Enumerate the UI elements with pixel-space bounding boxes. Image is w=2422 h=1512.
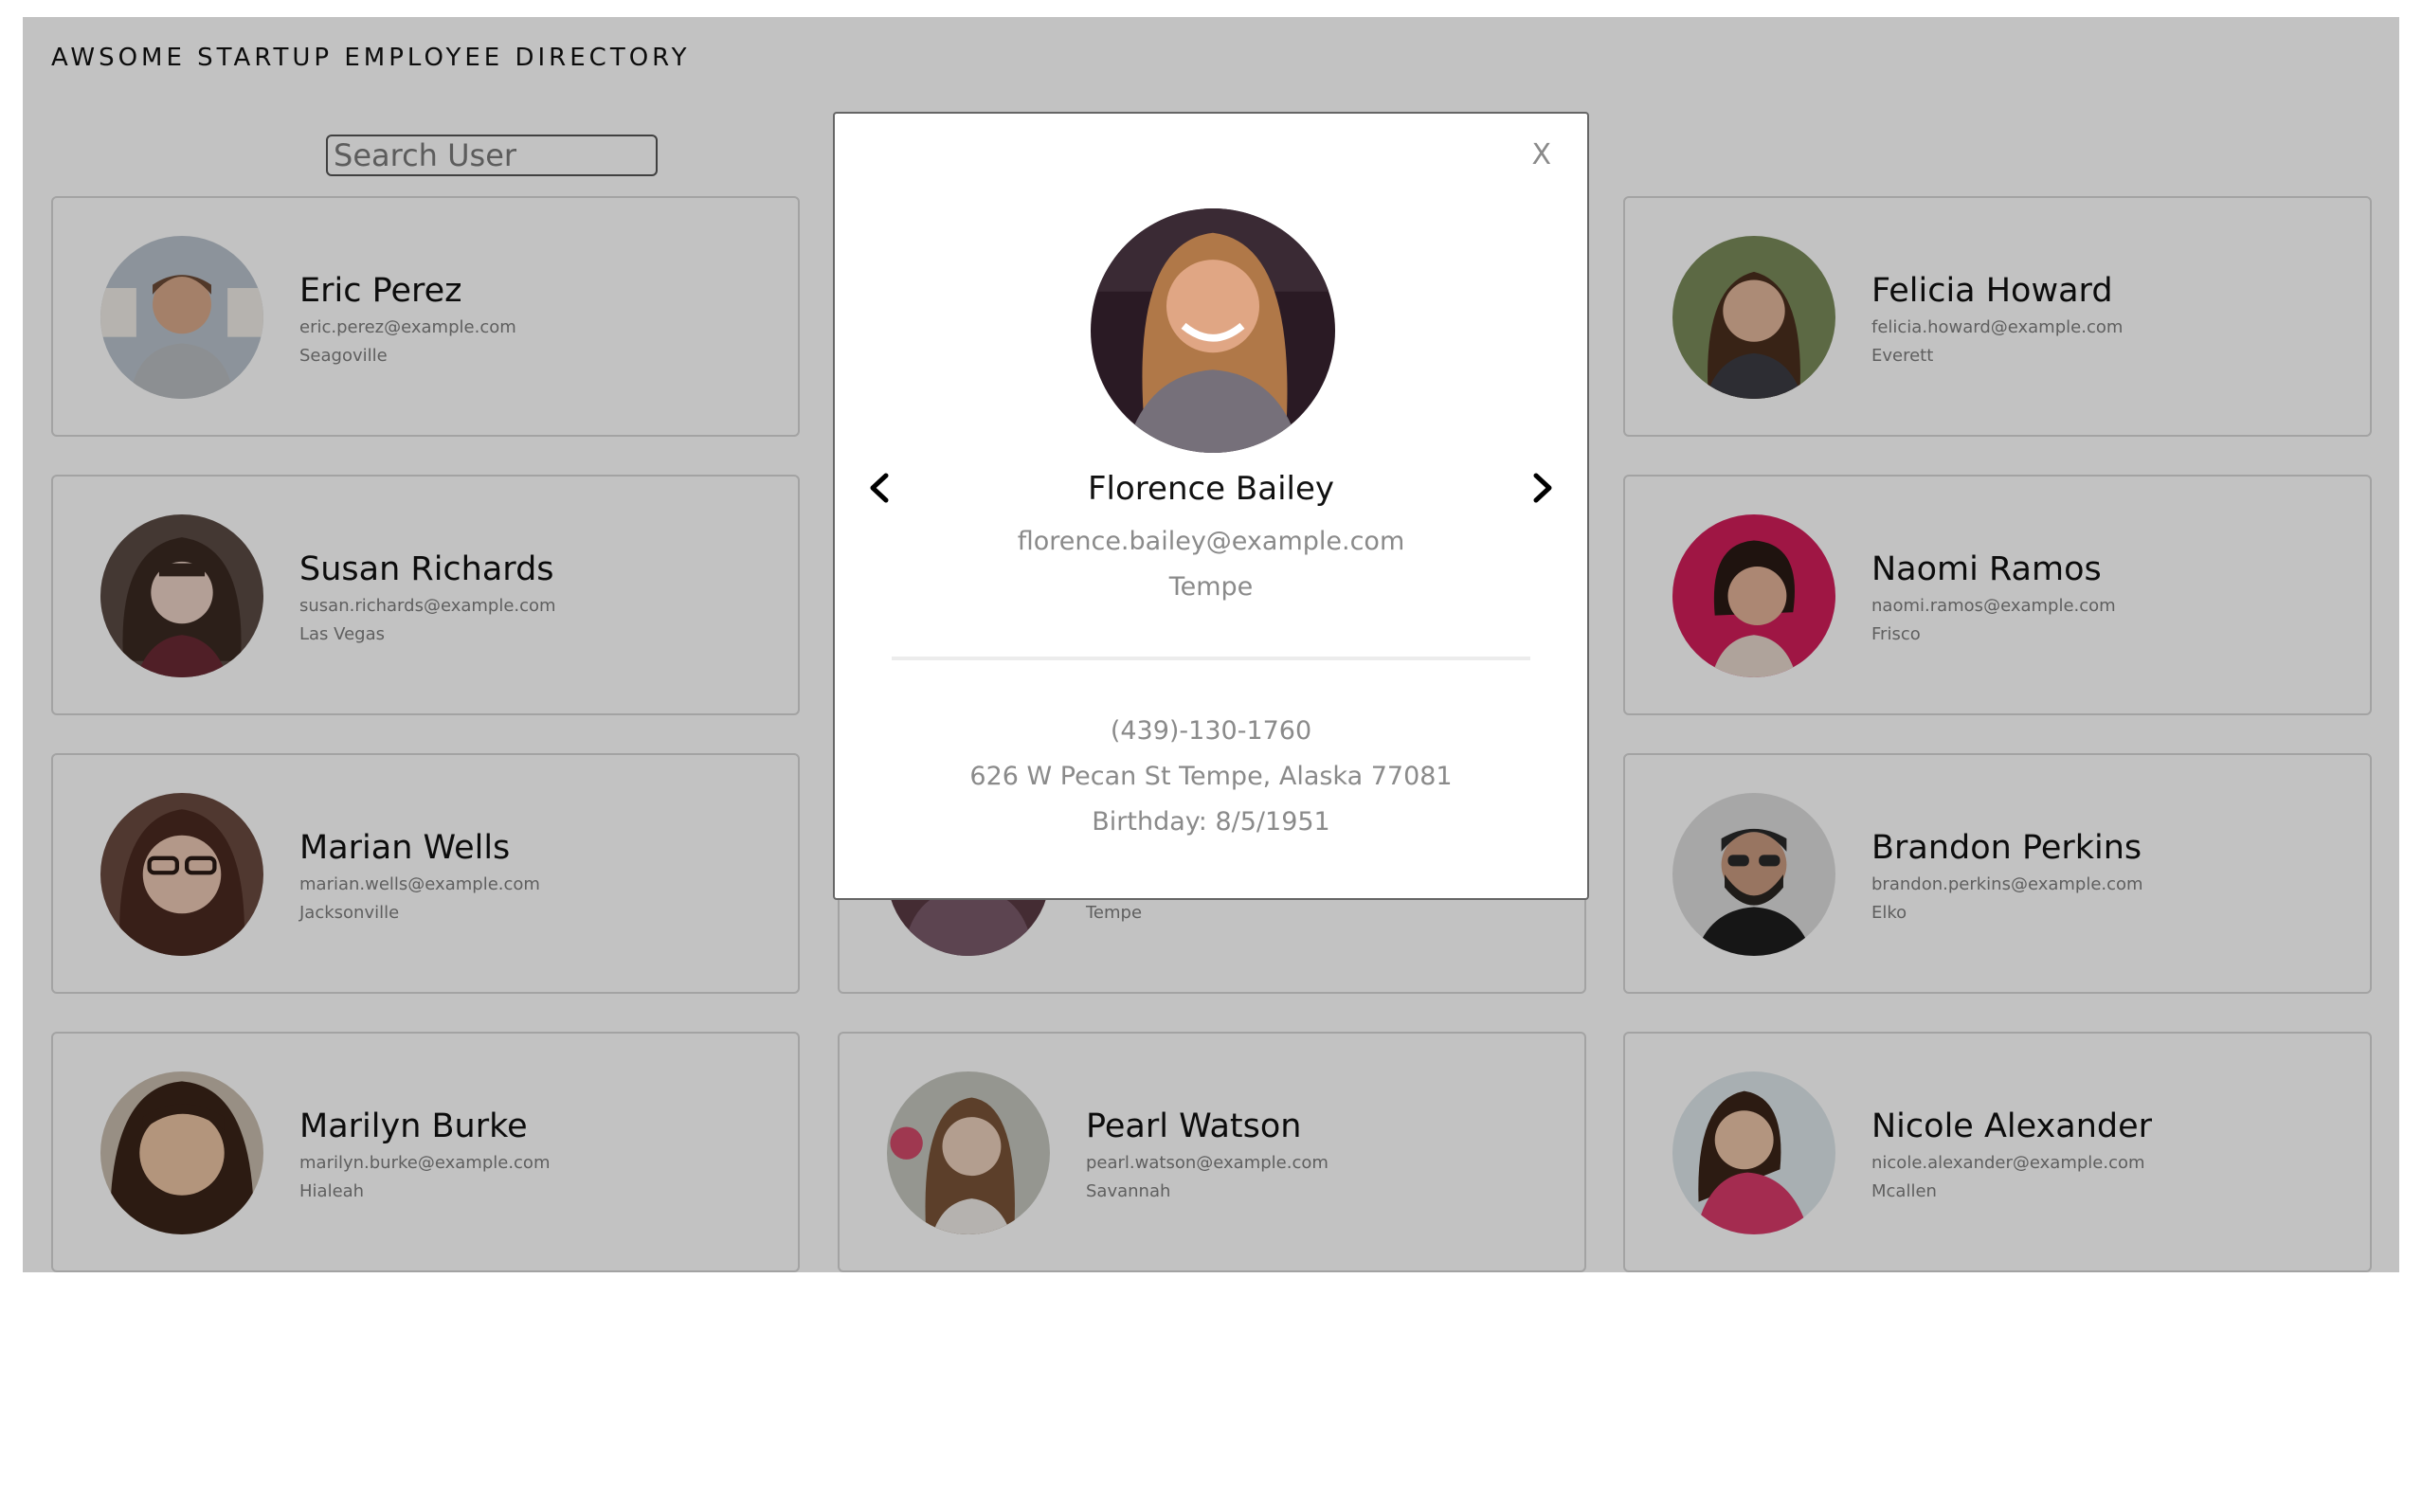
modal-birthday: Birthday: 8/5/1951 bbox=[1092, 807, 1330, 837]
modal-address: 626 W Pecan St Tempe, Alaska 77081 bbox=[969, 762, 1453, 791]
close-button[interactable]: X bbox=[1531, 138, 1551, 171]
modal-phone: (439)-130-1760 bbox=[1110, 716, 1312, 746]
employee-modal: X Florence Bailey florence.bailey@exampl… bbox=[833, 112, 1589, 900]
divider bbox=[892, 657, 1530, 660]
modal-city: Tempe bbox=[1168, 572, 1254, 602]
modal-name: Florence Bailey bbox=[1087, 470, 1334, 508]
modal-avatar bbox=[1091, 208, 1335, 453]
modal-email: florence.bailey@example.com bbox=[1017, 527, 1405, 556]
